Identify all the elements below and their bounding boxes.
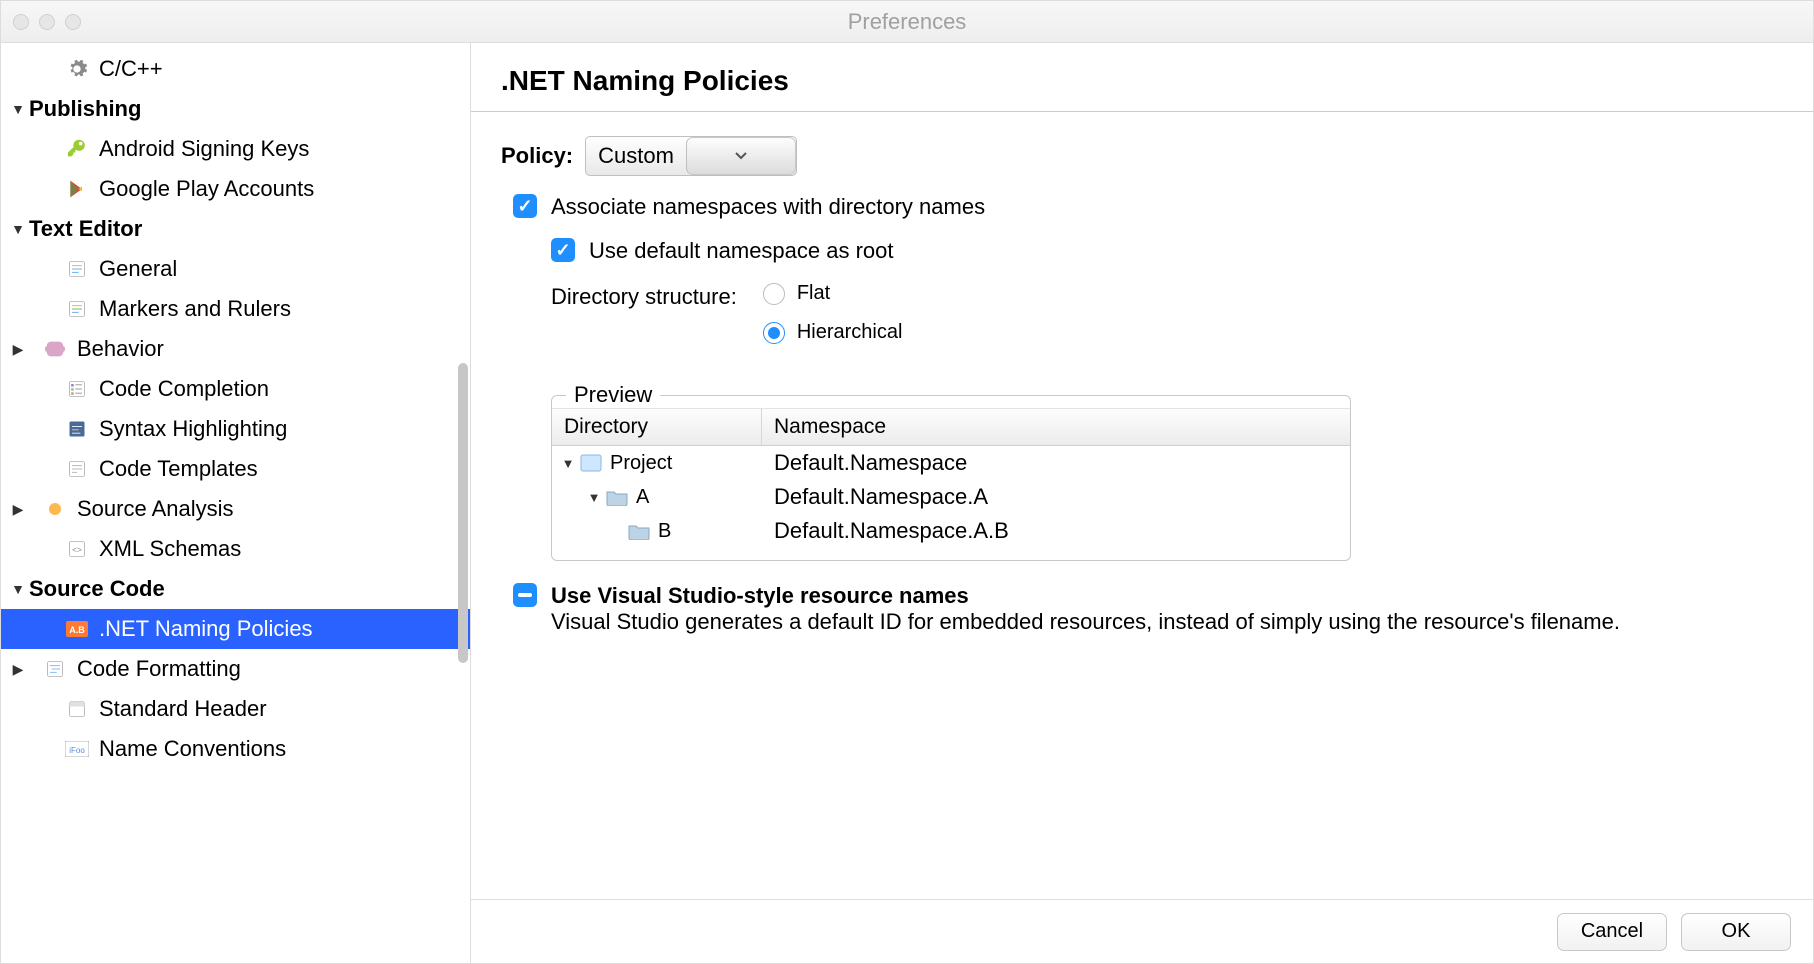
column-directory[interactable]: Directory bbox=[552, 409, 762, 445]
column-namespace[interactable]: Namespace bbox=[762, 409, 1350, 445]
sidebar-item-label: Android Signing Keys bbox=[99, 136, 309, 162]
hierarchical-radio-label: Hierarchical bbox=[797, 321, 903, 344]
sidebar-item-behavior[interactable]: ▶ Behavior bbox=[1, 329, 470, 369]
disclosure-triangle-icon[interactable]: ▼ bbox=[586, 490, 602, 505]
flat-radio-label: Flat bbox=[797, 282, 830, 305]
sidebar-item-label: Markers and Rulers bbox=[99, 296, 291, 322]
sidebar-item-label: .NET Naming Policies bbox=[99, 616, 313, 642]
xml-icon: <> bbox=[65, 537, 89, 561]
table-row[interactable]: B Default.Namespace.A.B bbox=[552, 514, 1350, 548]
google-play-icon bbox=[65, 177, 89, 201]
sidebar-item-label: Text Editor bbox=[29, 216, 142, 242]
list-icon bbox=[65, 377, 89, 401]
ifoo-icon: iFoo bbox=[65, 737, 89, 761]
sidebar-item-android-keys[interactable]: Android Signing Keys bbox=[1, 129, 470, 169]
template-icon bbox=[65, 457, 89, 481]
sidebar-item-markers[interactable]: Markers and Rulers bbox=[1, 289, 470, 329]
sidebar-item-code-templates[interactable]: Code Templates bbox=[1, 449, 470, 489]
sidebar-item-source-analysis[interactable]: ▶ Source Analysis bbox=[1, 489, 470, 529]
preferences-sidebar[interactable]: C/C++ ▼ Publishing Android Signing Keys … bbox=[1, 43, 471, 963]
svg-text:<>: <> bbox=[72, 544, 82, 554]
sidebar-item-label: Syntax Highlighting bbox=[99, 416, 287, 442]
sidebar-item-label: Behavior bbox=[77, 336, 164, 362]
project-icon bbox=[580, 454, 602, 472]
associate-namespaces-label: Associate namespaces with directory name… bbox=[551, 194, 985, 220]
folder-icon bbox=[628, 522, 650, 540]
brain-icon bbox=[43, 337, 67, 361]
sidebar-section-publishing[interactable]: ▼ Publishing bbox=[1, 89, 470, 129]
sidebar-item-label: Source Code bbox=[29, 576, 165, 602]
sidebar-section-text-editor[interactable]: ▼ Text Editor bbox=[1, 209, 470, 249]
sidebar-item-label: Name Conventions bbox=[99, 736, 286, 762]
vs-resource-names-checkbox[interactable] bbox=[513, 583, 537, 607]
highlight-icon bbox=[65, 417, 89, 441]
sidebar-section-source-code[interactable]: ▼ Source Code bbox=[1, 569, 470, 609]
sidebar-item-net-naming-policies[interactable]: A.B .NET Naming Policies bbox=[1, 609, 470, 649]
folder-icon bbox=[606, 488, 628, 506]
use-default-root-checkbox[interactable] bbox=[551, 238, 575, 262]
page-title: .NET Naming Policies bbox=[471, 43, 1813, 112]
sidebar-item-code-formatting[interactable]: ▶ Code Formatting bbox=[1, 649, 470, 689]
policy-label: Policy: bbox=[501, 143, 573, 169]
sidebar-item-label: Publishing bbox=[29, 96, 141, 122]
policy-value: Custom bbox=[586, 137, 686, 175]
ok-button[interactable]: OK bbox=[1681, 913, 1791, 951]
table-row[interactable]: ▼ Project Default.Namespace bbox=[552, 446, 1350, 480]
hierarchical-radio[interactable] bbox=[763, 322, 785, 344]
ruler-icon bbox=[65, 297, 89, 321]
sidebar-item-label: Standard Header bbox=[99, 696, 267, 722]
gear-icon bbox=[65, 57, 89, 81]
disclosure-triangle-icon[interactable]: ▼ bbox=[560, 456, 576, 471]
sidebar-item-label: Google Play Accounts bbox=[99, 176, 314, 202]
sidebar-item-xml-schemas[interactable]: <> XML Schemas bbox=[1, 529, 470, 569]
preview-group: Preview Directory Namespace ▼ Project De bbox=[551, 382, 1351, 561]
sidebar-item-general[interactable]: General bbox=[1, 249, 470, 289]
dot-icon bbox=[43, 497, 67, 521]
sidebar-item-label: XML Schemas bbox=[99, 536, 241, 562]
use-default-root-label: Use default namespace as root bbox=[589, 238, 894, 264]
sidebar-item-label: General bbox=[99, 256, 177, 282]
flat-radio[interactable] bbox=[763, 283, 785, 305]
document-icon bbox=[65, 257, 89, 281]
sidebar-item-label: Code Completion bbox=[99, 376, 269, 402]
sidebar-item-label: Code Formatting bbox=[77, 656, 241, 682]
sidebar-item-name-conventions[interactable]: iFoo Name Conventions bbox=[1, 729, 470, 769]
policy-combobox[interactable]: Custom bbox=[585, 136, 797, 176]
sidebar-item-label: C/C++ bbox=[99, 56, 163, 82]
disclosure-triangle-icon[interactable]: ▼ bbox=[7, 101, 29, 117]
disclosure-triangle-icon[interactable]: ▶ bbox=[7, 661, 29, 678]
svg-text:iFoo: iFoo bbox=[69, 746, 85, 755]
vs-resource-names-title: Use Visual Studio-style resource names bbox=[551, 583, 1620, 609]
key-icon bbox=[65, 137, 89, 161]
sidebar-item-label: Source Analysis bbox=[77, 496, 234, 522]
sidebar-item-c-cpp[interactable]: C/C++ bbox=[1, 49, 470, 89]
svg-text:A.B: A.B bbox=[69, 625, 85, 635]
sidebar-item-syntax-highlighting[interactable]: Syntax Highlighting bbox=[1, 409, 470, 449]
associate-namespaces-checkbox[interactable] bbox=[513, 194, 537, 218]
table-row[interactable]: ▼ A Default.Namespace.A bbox=[552, 480, 1350, 514]
sidebar-item-code-completion[interactable]: Code Completion bbox=[1, 369, 470, 409]
titlebar: Preferences bbox=[1, 1, 1813, 43]
directory-structure-label: Directory structure: bbox=[551, 282, 737, 310]
preview-legend: Preview bbox=[566, 382, 660, 408]
header-icon bbox=[65, 697, 89, 721]
vs-resource-names-description: Visual Studio generates a default ID for… bbox=[551, 609, 1620, 635]
sidebar-item-standard-header[interactable]: Standard Header bbox=[1, 689, 470, 729]
chevron-down-icon[interactable] bbox=[686, 137, 796, 175]
window-title: Preferences bbox=[1, 9, 1813, 35]
ab-icon: A.B bbox=[65, 617, 89, 641]
disclosure-triangle-icon[interactable]: ▶ bbox=[7, 501, 29, 518]
sidebar-item-label: Code Templates bbox=[99, 456, 258, 482]
disclosure-triangle-icon[interactable]: ▼ bbox=[7, 581, 29, 597]
cancel-button[interactable]: Cancel bbox=[1557, 913, 1667, 951]
disclosure-triangle-icon[interactable]: ▶ bbox=[7, 341, 29, 358]
sidebar-item-google-play[interactable]: Google Play Accounts bbox=[1, 169, 470, 209]
format-icon bbox=[43, 657, 67, 681]
disclosure-triangle-icon[interactable]: ▼ bbox=[7, 221, 29, 237]
scrollbar[interactable] bbox=[458, 363, 468, 663]
